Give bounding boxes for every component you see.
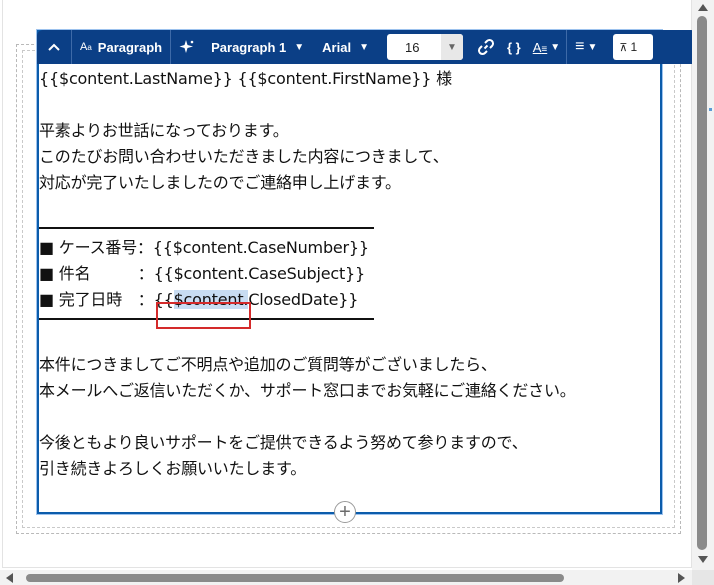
email-template-panel: Aa Paragraph Paragraph 1 ▼ Arial ▼ 16 ▼ … [0, 0, 697, 570]
ai-assist-button[interactable] [171, 30, 203, 64]
text-line [39, 92, 659, 118]
font-family-label: Arial [322, 39, 352, 55]
horizontal-scroll-thumb[interactable] [26, 574, 564, 582]
align-button[interactable]: ≡ ▼ [567, 30, 605, 64]
font-size-value: 16 [404, 39, 420, 55]
text-line: 引き続きよろしくお願いいたします。 [39, 459, 307, 478]
horizontal-scrollbar[interactable] [0, 570, 692, 585]
add-block-icon[interactable]: + [334, 501, 356, 523]
caret-down-icon: ▼ [587, 41, 598, 53]
text-line: 今後ともより良いサポートをご提供できるよう努めて参りますので、 [39, 433, 528, 452]
text-style-icon: Aa [80, 41, 92, 53]
block-format-select[interactable]: Paragraph 1 ▼ [203, 30, 312, 64]
font-family-select[interactable]: Arial ▼ [312, 30, 377, 64]
caret-down-icon: ▼ [359, 41, 369, 53]
spacing-icon: ⊼ [619, 41, 628, 54]
caret-down-icon[interactable]: ▼ [440, 34, 463, 60]
text-line [39, 404, 659, 430]
align-icon: ≡ [575, 38, 585, 55]
font-size-select[interactable]: 16 ▼ [386, 34, 463, 60]
spacing-value: 1 [630, 40, 638, 54]
closed-date-prefix: ■ 完了日時 ：{{ [39, 290, 174, 309]
scroll-right-icon[interactable] [678, 573, 685, 583]
text-line: 平素よりお世話になっております。 [39, 121, 289, 140]
text-line: 本メールへご返信いただくか、サポート窓口までお気軽にご連絡ください。 [39, 381, 576, 400]
rich-text-toolbar: Aa Paragraph Paragraph 1 ▼ Arial ▼ 16 ▼ … [37, 30, 697, 64]
case-subject-line: ■ 件名 ：{{$content.CaseSubject}} [39, 264, 366, 283]
text-style-button[interactable]: Aa Paragraph [72, 30, 170, 64]
caret-down-icon: ▼ [550, 41, 561, 53]
annotation-highlight-box [156, 302, 251, 329]
text-style-label: Paragraph [97, 39, 163, 55]
separator-line [39, 227, 374, 229]
link-button[interactable] [471, 30, 501, 64]
block-format-label: Paragraph 1 [211, 39, 287, 55]
text-line: 本件につきましてご不明点や追加のご質問等がございましたら、 [39, 355, 497, 374]
merge-field-label: { } [506, 39, 521, 55]
scroll-down-icon[interactable] [698, 556, 708, 563]
edge-marker [709, 108, 712, 111]
link-icon [477, 38, 495, 56]
scroll-left-icon[interactable] [6, 573, 13, 583]
scroll-up-icon[interactable] [698, 4, 708, 11]
case-number-line: ■ ケース番号：{{$content.CaseNumber}} [39, 238, 369, 257]
vertical-scrollbar[interactable] [692, 0, 714, 570]
merge-field-button[interactable]: { } [501, 30, 527, 64]
text-highlight-icon: A≡ [532, 39, 548, 55]
text-line: このたびお問い合わせいただきました内容につきまして、 [39, 147, 449, 166]
sparkle-icon [179, 40, 194, 53]
caret-down-icon: ▼ [294, 41, 305, 53]
spacing-select[interactable]: ⊼ 1 [613, 34, 654, 60]
closed-date-line: ■ 完了日時 ：{{$content.ClosedDate}} [39, 287, 659, 313]
highlight-button[interactable]: A≡ ▼ [527, 30, 566, 64]
closed-date-suffix: ClosedDate}} [248, 290, 359, 309]
vertical-scroll-thumb[interactable] [697, 16, 707, 550]
text-line: 対応が完了いたしましたのでご連絡申し上げます。 [39, 173, 401, 192]
chevron-up-icon [48, 43, 60, 51]
scrollbar-corner [692, 570, 714, 585]
collapse-button[interactable] [37, 30, 71, 64]
text-line: {{$content.LastName}} {{$content.FirstNa… [39, 69, 452, 88]
editor-content[interactable]: {{$content.LastName}} {{$content.FirstNa… [39, 66, 659, 482]
